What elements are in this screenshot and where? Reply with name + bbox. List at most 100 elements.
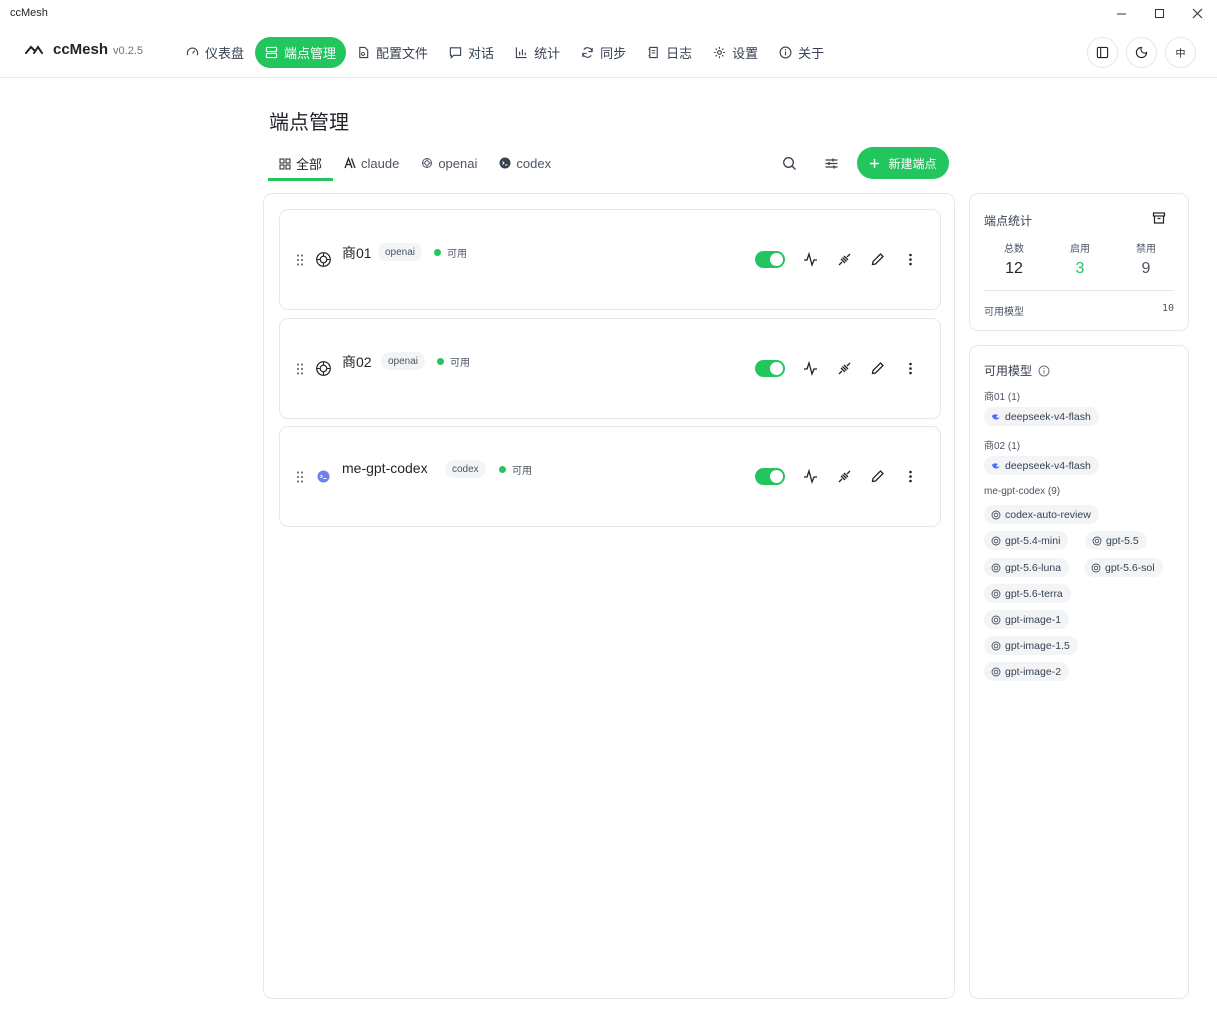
new-endpoint-button[interactable]: 新建端点 [857,147,949,179]
more-button[interactable] [902,360,918,376]
endpoint-card[interactable]: me-gpt-codex codex 可用 [279,426,941,527]
endpoint-card[interactable]: 商01 openai 可用 [279,209,941,310]
more-button[interactable] [902,251,918,267]
model-chip[interactable]: gpt-image-1 [984,610,1070,629]
language-button[interactable]: 中 [1165,37,1196,68]
edit-button[interactable] [869,251,885,267]
model-chip[interactable]: codex-auto-review [984,505,1099,524]
grid-icon [279,158,291,169]
toggle-sidebar-button[interactable] [1087,37,1118,68]
brand: ccMesh v0.2.5 [25,41,143,58]
divider [984,290,1174,291]
enable-toggle[interactable] [755,251,785,268]
nav-sync[interactable]: 同步 [571,37,636,68]
nav-endpoints[interactable]: 端点管理 [255,37,347,68]
status-dot [434,249,441,256]
chart-icon [515,47,527,59]
connect-button[interactable] [836,251,852,267]
moon-icon [1135,46,1148,59]
plus-icon [870,158,880,168]
activity-icon [803,360,817,376]
model-chip[interactable]: gpt-5.5 [1085,531,1147,550]
tab-label: codex [516,155,552,171]
more-button[interactable] [902,468,918,484]
chat-icon [449,47,462,59]
info-icon[interactable] [1038,365,1050,377]
tab-claude[interactable]: claude [333,148,410,178]
stat-value: 12 [1005,260,1023,277]
status-indicator: 可用 [437,354,470,369]
search-button[interactable] [777,151,801,175]
test-latency-button[interactable] [802,360,818,376]
tab-openai[interactable]: openai [410,148,488,178]
filter-button[interactable] [819,151,843,175]
sidebar-icon [1096,46,1109,59]
nav-label: 日志 [666,46,693,61]
drag-handle-icon[interactable] [295,362,305,376]
openai-icon [422,158,433,168]
app-name: ccMesh [53,41,109,58]
minimize-button[interactable] [1101,0,1141,26]
openai-icon [991,667,1001,676]
test-latency-button[interactable] [802,468,818,484]
tab-all[interactable]: 全部 [268,148,334,181]
connect-button[interactable] [836,468,852,484]
openai-icon [316,252,331,267]
pencil-icon [871,361,884,374]
edit-button[interactable] [869,468,885,484]
edit-button[interactable] [869,360,885,376]
model-chip[interactable]: gpt-image-2 [984,662,1070,681]
model-chip[interactable]: gpt-5.6-luna [984,558,1070,577]
plug-icon [838,362,850,374]
archive-icon[interactable] [1152,211,1166,225]
model-chip[interactable]: deepseek-v4-flash [984,456,1099,475]
nav-dashboard[interactable]: 仪表盘 [176,37,254,68]
nav-stats[interactable]: 统计 [505,37,570,68]
model-chip[interactable]: gpt-5.4-mini [984,531,1069,550]
file-icon [359,46,369,59]
tab-label: claude [361,155,400,171]
model-chip[interactable]: gpt-image-1.5 [984,636,1078,655]
nav-label: 配置文件 [376,46,429,61]
gear-icon [714,46,726,59]
endpoint-list-panel: 商01 openai 可用 商02 openai 可用 me-gpt-codex… [263,193,955,999]
stat-label: 总数 [1004,244,1024,255]
endpoint-card[interactable]: 商02 openai 可用 [279,318,941,419]
status-dot [499,466,506,473]
maximize-icon [1154,8,1164,18]
enable-toggle[interactable] [755,360,785,377]
stat-disabled: 禁用 9 [1116,240,1176,278]
maximize-button[interactable] [1139,0,1179,26]
nav-logs[interactable]: 日志 [637,37,702,68]
status-text: 可用 [512,466,532,477]
minimize-icon [1116,13,1126,14]
more-vertical-icon [908,253,912,265]
tab-codex[interactable]: codex [488,148,562,178]
connect-button[interactable] [836,360,852,376]
status-dot [437,358,444,365]
close-button[interactable] [1177,0,1217,26]
openai-icon [991,536,1001,545]
model-chip[interactable]: deepseek-v4-flash [984,407,1099,426]
models-count: 10 [1161,303,1174,314]
available-models-panel: 可用模型 商01 (1) deepseek-v4-flash 商02 (1) d… [969,345,1189,999]
models-panel-title: 可用模型 [984,362,1050,379]
drag-handle-icon[interactable] [295,253,305,267]
test-latency-button[interactable] [802,251,818,267]
nav-config-files[interactable]: 配置文件 [347,37,438,68]
openai-icon [991,615,1001,624]
nav-chat[interactable]: 对话 [439,37,504,68]
openai-icon [991,563,1001,572]
model-group-label: 商02 (1) [984,441,1021,452]
model-chip[interactable]: gpt-5.6-sol [1084,558,1163,577]
nav-settings[interactable]: 设置 [703,37,768,68]
enable-toggle[interactable] [755,468,785,485]
stat-enabled: 启用 3 [1050,240,1110,278]
close-icon [1192,8,1202,18]
activity-icon [803,251,817,267]
nav-about[interactable]: 关于 [769,37,834,68]
model-chip[interactable]: gpt-5.6-terra [984,584,1071,603]
stats-title: 端点统计 [984,214,1033,228]
theme-toggle-button[interactable] [1126,37,1157,68]
drag-handle-icon[interactable] [295,470,305,484]
